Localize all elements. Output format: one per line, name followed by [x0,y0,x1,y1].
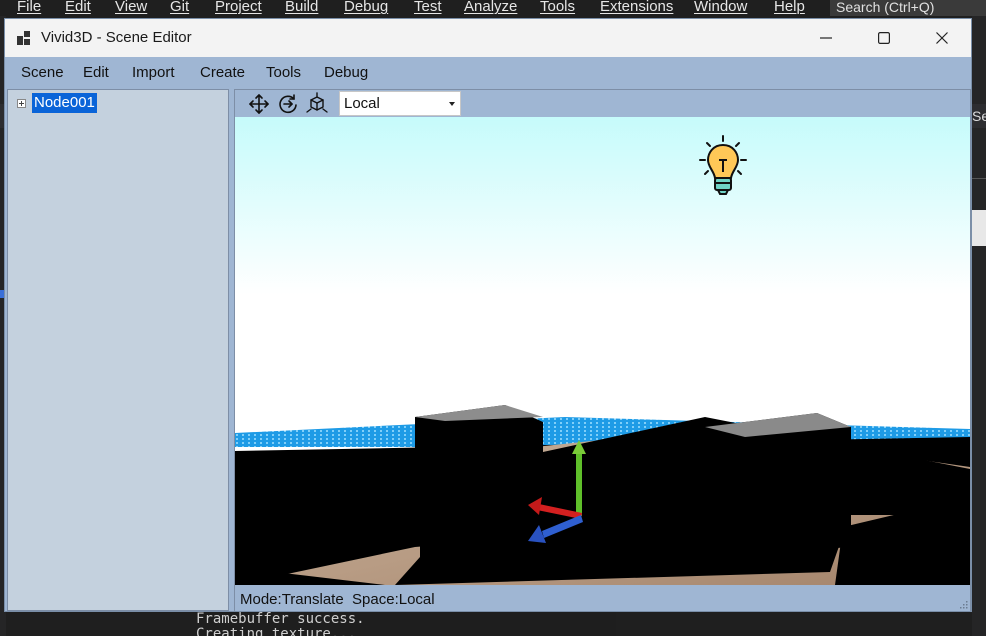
transform-gizmo[interactable] [525,437,595,549]
minimize-icon [820,37,832,39]
ide-menu-build[interactable]: Build [285,0,318,15]
ide-menu-test[interactable]: Test [414,0,442,15]
menu-import[interactable]: Import [132,64,175,81]
translate-icon[interactable] [247,92,271,116]
ide-output-pane: Framebuffer success. Creating texture... [190,612,616,636]
menu-create[interactable]: Create [200,64,245,81]
viewport-panel: Local Mode:Translate Space:Local [234,89,971,611]
scene-render [235,117,970,585]
output-line: Creating texture... [196,626,357,636]
ide-menu-view[interactable]: View [115,0,147,15]
app-icon [17,31,30,45]
menu-edit[interactable]: Edit [83,64,109,81]
status-bar: Mode:Translate Space:Local [235,587,970,611]
menu-tools[interactable]: Tools [266,64,301,81]
ide-right-tab[interactable]: Se [972,104,986,128]
expand-toggle-icon[interactable] [17,99,26,108]
editor-menubar: Scene Edit Import Create Tools Debug [5,57,971,87]
space-dropdown[interactable]: Local [339,91,461,116]
status-space-value: Local [398,591,435,608]
maximize-icon [878,32,890,44]
status-mode-value: Translate [281,591,344,608]
ide-right-box [972,210,986,246]
resize-grip-icon[interactable] [958,599,968,609]
window-title: Vivid3D - Scene Editor [41,29,192,46]
title-bar[interactable]: Vivid3D - Scene Editor [5,19,971,57]
gizmo-y-arrow[interactable] [572,440,586,454]
status-text: Mode:Translate Space:Local [240,591,435,608]
close-button[interactable] [913,19,971,57]
tree-node[interactable]: Node001 [31,92,98,114]
gizmo-x-axis[interactable] [537,504,582,519]
menu-scene[interactable]: Scene [21,64,64,81]
ide-menu-file[interactable]: File [17,0,41,15]
gizmo-y-axis[interactable] [576,452,582,516]
viewport-3d[interactable] [235,117,970,585]
space-dropdown-value: Local [344,95,380,112]
ide-menu-git[interactable]: Git [170,0,189,15]
menu-debug[interactable]: Debug [324,64,368,81]
ide-menu-help[interactable]: Help [774,0,805,15]
ide-menu-project[interactable]: Project [215,0,262,15]
close-icon [936,32,948,44]
chevron-down-icon [449,102,455,106]
ide-menu-edit[interactable]: Edit [65,0,91,15]
status-mode-label: Mode: [240,591,282,608]
ide-menu-extensions[interactable]: Extensions [600,0,673,15]
scene-editor-window: Vivid3D - Scene Editor Scene Edit Import… [4,18,972,612]
right-block [705,413,851,557]
maximize-button[interactable] [855,19,913,57]
viewport-toolbar: Local [235,90,970,117]
ide-menu-analyze[interactable]: Analyze [464,0,517,15]
gizmo-z-axis[interactable] [542,515,583,538]
left-block [415,405,543,547]
minimize-button[interactable] [797,19,855,57]
ide-menu-window[interactable]: Window [694,0,747,15]
light-bulb-icon[interactable] [697,134,749,202]
scene-tree: Node001 [7,89,229,611]
ide-menu-debug[interactable]: Debug [344,0,388,15]
ide-right-divider [972,178,986,179]
gizmo-x-arrow[interactable] [528,497,542,515]
status-space-label: Space: [352,591,399,608]
ide-search-box[interactable]: Search (Ctrl+Q) [830,0,986,16]
rotate-icon[interactable] [276,92,300,116]
output-line: Framebuffer success. [196,612,365,627]
scale-icon[interactable] [305,92,329,116]
ide-menu-tools[interactable]: Tools [540,0,575,15]
